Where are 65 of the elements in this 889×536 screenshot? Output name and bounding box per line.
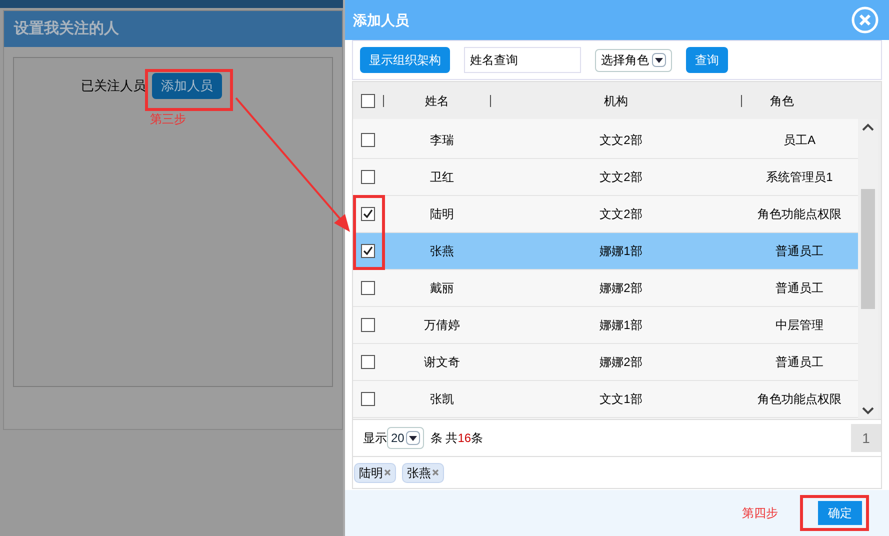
- checkbox[interactable]: [361, 281, 375, 295]
- checkbox[interactable]: [361, 207, 375, 221]
- org-cell-text: 文文2部: [598, 169, 644, 186]
- org-cell-text: 文文2部: [598, 206, 644, 223]
- step-four-note: 第四步: [742, 505, 778, 522]
- table-row[interactable]: 张燕 娜娜1部 普通员工: [353, 233, 858, 270]
- name-cell-text: 李瑞: [429, 132, 455, 149]
- checkbox[interactable]: [361, 318, 375, 332]
- role-select[interactable]: 选择角色: [595, 48, 672, 72]
- selected-tag[interactable]: 张燕: [402, 462, 444, 482]
- step-three-note: 第三步: [150, 111, 186, 128]
- scroll-down-icon[interactable]: [862, 407, 874, 415]
- remove-icon[interactable]: [432, 469, 439, 476]
- role-cell-text: 普通员工: [774, 243, 824, 260]
- dropdown-caret-icon: [652, 53, 666, 67]
- role-cell-text: 角色功能点权限: [756, 206, 842, 223]
- checkmark-icon: [363, 246, 373, 256]
- column-header: 角色: [769, 92, 795, 110]
- name-search-field[interactable]: 姓名查询: [464, 47, 581, 73]
- checkmark-icon: [363, 209, 373, 219]
- role-cell-text: 系统管理员1: [765, 169, 834, 186]
- org-cell-text: 娜娜2部: [598, 354, 644, 371]
- checkbox[interactable]: [361, 133, 375, 147]
- panel-title: 设置我关注的人: [14, 18, 119, 39]
- role-cell-text: 员工A: [782, 132, 816, 149]
- org-cell-text: 文文1部: [598, 391, 644, 408]
- checkbox[interactable]: [361, 170, 375, 184]
- role-cell-text: 中层管理: [774, 317, 824, 334]
- name-cell-text: 戴丽: [429, 280, 455, 297]
- add-person-button[interactable]: 添加人员: [152, 73, 222, 99]
- column-header: 机构: [603, 92, 629, 110]
- show-org-button[interactable]: 显示组织架构: [360, 47, 450, 73]
- org-cell-text: 娜娜1部: [598, 243, 644, 260]
- name-cell-text: 张凯: [429, 391, 455, 408]
- column-header: 姓名: [424, 92, 450, 110]
- checkbox[interactable]: [361, 392, 375, 406]
- confirm-button[interactable]: 确定: [818, 501, 862, 525]
- name-cell-text: 谢文奇: [423, 354, 461, 371]
- checkbox[interactable]: [361, 244, 375, 258]
- name-cell-text: 万倩婷: [423, 317, 461, 334]
- query-button[interactable]: 查询: [686, 47, 728, 73]
- page-number[interactable]: 1: [851, 424, 881, 452]
- count-prefix: 条 共: [430, 430, 458, 447]
- show-label: 显示: [363, 430, 387, 447]
- org-cell-text: 文文2部: [598, 132, 644, 149]
- dropdown-caret-icon: [406, 431, 420, 445]
- page-size-select[interactable]: 20: [387, 427, 424, 449]
- role-cell-text: 普通员工: [774, 354, 824, 371]
- scroll-up-icon[interactable]: [862, 123, 874, 131]
- checkbox[interactable]: [361, 355, 375, 369]
- remove-icon[interactable]: [384, 469, 391, 476]
- count-suffix: 条: [471, 430, 484, 447]
- org-cell-text: 娜娜2部: [598, 280, 644, 297]
- name-cell-text: 陆明: [429, 206, 455, 223]
- org-cell-text: 娜娜1部: [598, 317, 644, 334]
- role-cell-text: 角色功能点权限: [756, 391, 842, 408]
- scrollbar-thumb[interactable]: [861, 189, 875, 309]
- role-cell-text: 普通员工: [774, 280, 824, 297]
- name-cell-text: 张燕: [429, 243, 455, 260]
- dialog-title: 添加人员: [353, 10, 409, 30]
- checkbox[interactable]: [361, 94, 375, 108]
- total-count: 16: [458, 430, 472, 447]
- selected-tag[interactable]: 陆明: [354, 462, 396, 482]
- name-cell-text: 卫红: [429, 169, 455, 186]
- followed-label: 已关注人员: [81, 77, 146, 96]
